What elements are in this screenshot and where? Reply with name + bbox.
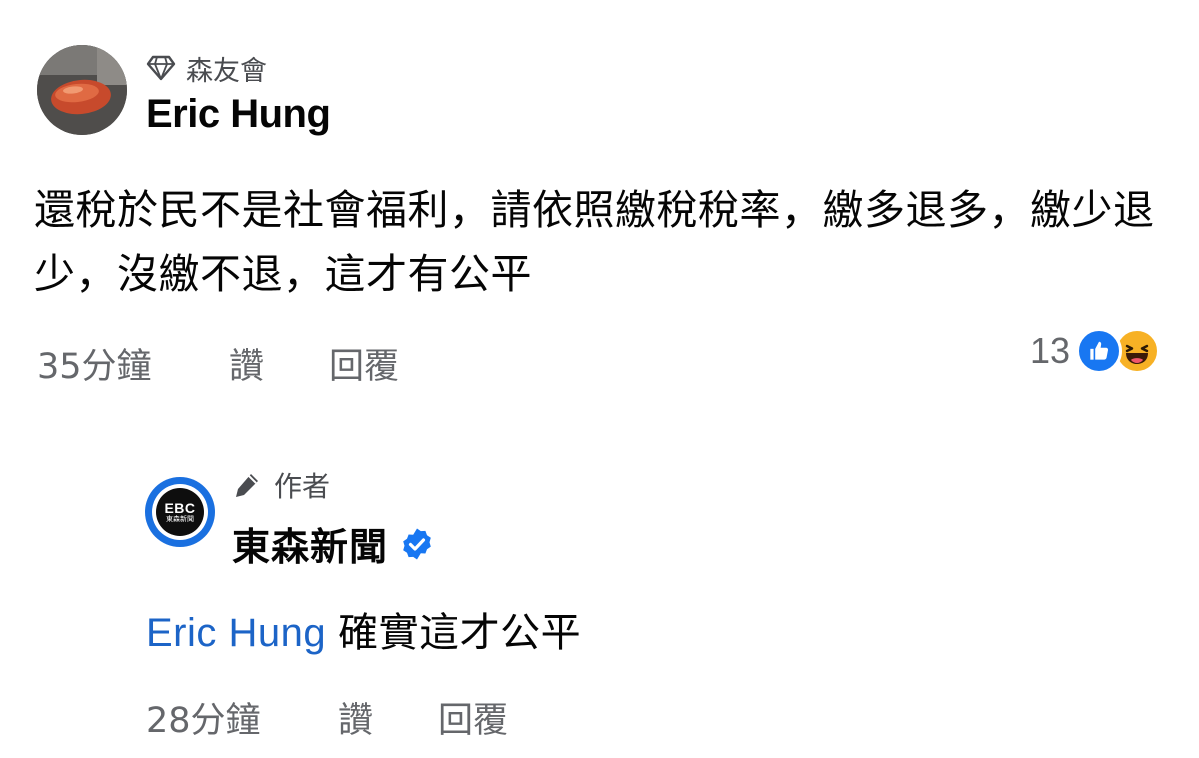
reaction-count: 13	[1030, 330, 1071, 371]
reply-button[interactable]: 回覆	[438, 692, 508, 743]
like-reaction-icon	[1076, 328, 1123, 374]
author-badge: 作者	[232, 466, 330, 504]
reply-timestamp[interactable]: 28分鐘	[146, 692, 338, 743]
reactions-summary[interactable]: 13	[1030, 326, 1161, 376]
fan-badge: 森友會	[146, 50, 267, 87]
like-button[interactable]: 讚	[338, 692, 438, 743]
reply-button[interactable]: 回覆	[329, 338, 399, 389]
badge-label: 森友會	[186, 55, 267, 87]
comment-actions: 35分鐘 讚 回覆	[37, 338, 399, 388]
comment-text: 還稅於民不是社會福利，請依照繳稅稅率，繳多退多，繳少退少，沒繳不退，這才有公平	[34, 186, 1155, 298]
ebc-logo-subtext: 東森新聞	[166, 515, 194, 523]
avatar[interactable]	[37, 45, 127, 135]
reply-text: Eric Hung 確實這才公平	[146, 606, 581, 660]
comment-timestamp[interactable]: 35分鐘	[37, 338, 229, 389]
mention-link[interactable]: Eric Hung	[146, 611, 326, 655]
reply-body: 確實這才公平	[338, 610, 582, 656]
like-button[interactable]: 讚	[229, 338, 329, 389]
reply-actions: 28分鐘 讚 回覆	[146, 692, 508, 742]
avatar-photo	[37, 45, 127, 135]
reply-author-name[interactable]: 東森新聞	[232, 516, 388, 571]
page-avatar[interactable]: EBC 東森新聞	[145, 477, 215, 547]
ebc-logo: EBC 東森新聞	[156, 488, 204, 536]
verified-badge-icon	[403, 528, 431, 559]
diamond-icon	[146, 55, 176, 81]
badge-label: 作者	[274, 470, 331, 503]
comment-author-name[interactable]: Eric Hung	[146, 92, 331, 137]
reply-author: 東森新聞	[232, 516, 434, 571]
pencil-icon	[236, 474, 258, 497]
ebc-logo-text: EBC	[164, 499, 196, 516]
